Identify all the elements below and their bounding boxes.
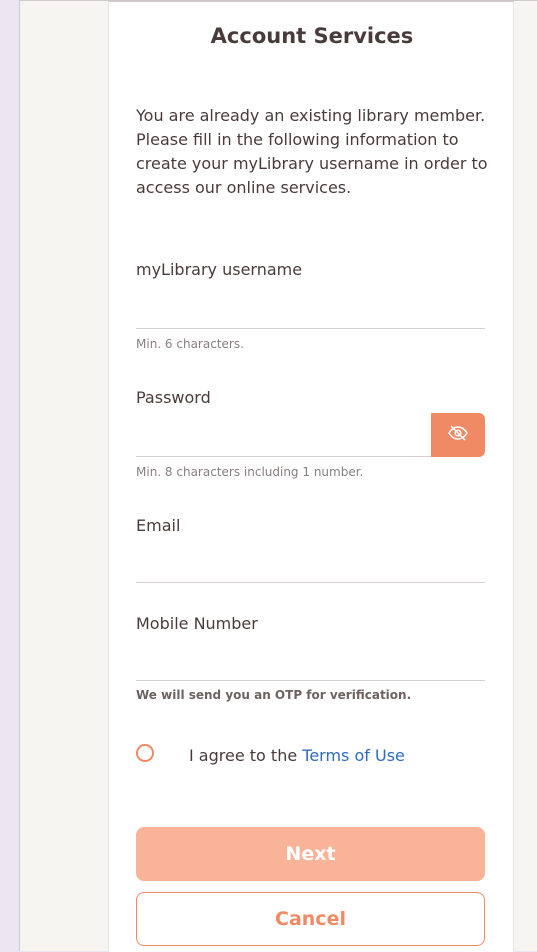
page-title: Account Services — [210, 24, 414, 48]
mobile-number-input[interactable] — [136, 651, 485, 681]
password-input[interactable] — [136, 427, 431, 457]
email-label: Email — [136, 516, 181, 535]
email-input[interactable] — [136, 553, 485, 583]
password-hint: Min. 8 characters including 1 number. — [136, 465, 364, 479]
cancel-button[interactable]: Cancel — [136, 892, 485, 946]
intro-line-existing-member: You are already an existing library memb… — [136, 106, 486, 125]
terms-of-use-link[interactable]: Terms of Use — [302, 746, 405, 765]
next-button[interactable]: Next — [136, 827, 485, 881]
password-label: Password — [136, 388, 211, 407]
app-frame: Account Services You are already an exis… — [19, 0, 537, 952]
eye-slash-icon — [448, 425, 468, 445]
intro-line-instructions: Please fill in the following information… — [136, 130, 488, 197]
terms-agree-label: I agree to the Terms of Use — [189, 746, 405, 765]
username-label: myLibrary username — [136, 260, 303, 279]
mobile-number-hint: We will send you an OTP for verification… — [136, 688, 412, 702]
intro-text: You are already an existing library memb… — [136, 104, 496, 200]
account-services-card: Account Services You are already an exis… — [108, 1, 514, 952]
terms-agree-text: I agree to the — [189, 746, 303, 765]
toggle-password-visibility-button[interactable] — [431, 413, 485, 457]
username-input[interactable] — [136, 299, 485, 329]
mobile-number-label: Mobile Number — [136, 614, 258, 633]
terms-agree-radio[interactable] — [136, 744, 154, 762]
username-hint: Min. 6 characters. — [136, 337, 244, 351]
